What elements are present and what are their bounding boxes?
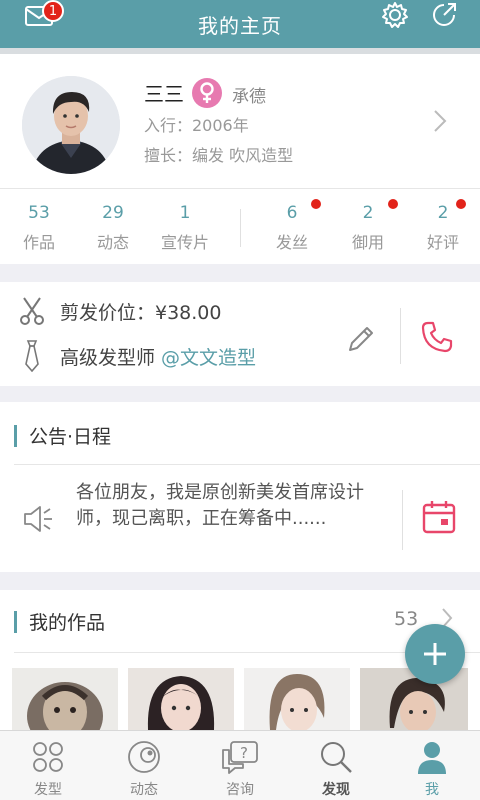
stat-label: 宣传片 xyxy=(160,233,209,252)
gender-badge xyxy=(192,78,222,108)
edit-button[interactable] xyxy=(346,324,376,358)
stat-label: 作品 xyxy=(22,233,55,252)
bottom-tab-bar: 发型 动态 ? 咨询 发现 我 xyxy=(0,730,480,800)
work-thumbnail[interactable] xyxy=(128,668,234,730)
designer-name: 三三 xyxy=(144,82,184,106)
schedule-button[interactable] xyxy=(422,500,456,538)
designer-city: 承德 xyxy=(232,87,266,107)
title-row: 高级发型师 @文文造型 xyxy=(18,340,256,372)
add-work-button[interactable] xyxy=(405,624,465,684)
tab-discover[interactable]: 发现 xyxy=(288,739,384,799)
stat-works[interactable]: 53 作品 xyxy=(4,203,74,253)
unread-badge: 1 xyxy=(42,0,64,22)
call-button[interactable] xyxy=(420,320,454,358)
tab-consult[interactable]: ? 咨询 xyxy=(192,739,288,799)
profile-detail-arrow[interactable] xyxy=(432,108,448,138)
stats-bar: 53 作品 29 动态 1 宣传片 6 发丝 2 御用 2 好评 xyxy=(0,188,480,264)
pencil-icon xyxy=(349,327,373,351)
notice-header: 公告·日程 xyxy=(14,422,111,449)
stat-label: 动态 xyxy=(96,233,129,252)
notice-text[interactable]: 各位朋友，我是原创新美发首席设计师，现己离职，正在筹备中...... xyxy=(76,480,372,532)
price-card: 剪发价位：¥38.00 高级发型师 @文文造型 xyxy=(0,282,480,386)
tab-label: 咨询 xyxy=(226,782,254,798)
stat-reviews[interactable]: 2 好评 xyxy=(408,203,478,253)
stat-moments[interactable]: 29 动态 xyxy=(78,203,148,253)
svg-text:?: ? xyxy=(240,744,248,762)
settings-button[interactable] xyxy=(380,0,414,30)
stat-promo-video[interactable]: 1 宣传片 xyxy=(150,203,220,253)
phone-icon xyxy=(421,321,453,353)
stat-label: 好评 xyxy=(426,233,459,252)
work-thumbnail[interactable] xyxy=(244,668,350,730)
notice-title: 公告·日程 xyxy=(29,426,112,448)
notice-card: 公告·日程 各位朋友，我是原创新美发首席设计师，现己离职，正在筹备中...... xyxy=(0,402,480,572)
stat-value: 29 xyxy=(102,203,124,223)
price-row: 剪发价位：¥38.00 xyxy=(18,296,221,326)
divider xyxy=(402,490,403,550)
stat-exclusive[interactable]: 2 御用 xyxy=(333,203,403,253)
stat-value: 2 xyxy=(437,203,449,223)
share-button[interactable] xyxy=(430,0,464,30)
avatar[interactable] xyxy=(22,76,120,174)
stats-divider xyxy=(240,209,241,247)
moments-icon xyxy=(96,739,192,775)
tab-label: 我 xyxy=(425,782,439,798)
new-dot xyxy=(388,199,398,209)
tab-label: 动态 xyxy=(130,782,158,798)
share-icon xyxy=(433,3,456,26)
grid-icon xyxy=(0,739,96,775)
new-dot xyxy=(311,199,321,209)
tab-moments[interactable]: 动态 xyxy=(96,739,192,799)
search-icon xyxy=(288,739,384,775)
specialty: 擅长：编发 吹风造型 xyxy=(144,146,294,165)
page-title: 我的主页 xyxy=(198,13,282,38)
stat-value: 1 xyxy=(179,203,191,223)
tab-label: 发型 xyxy=(34,782,62,798)
question-icon: ? xyxy=(192,739,288,775)
tab-label: 发现 xyxy=(322,782,350,798)
divider xyxy=(400,308,401,364)
works-header: 我的作品 xyxy=(14,608,105,635)
stat-fans[interactable]: 6 发丝 xyxy=(257,203,327,253)
chevron-right-icon xyxy=(434,110,447,132)
scissors-icon xyxy=(18,296,46,326)
designer-title: 高级发型师 xyxy=(60,346,156,369)
section-accent-bar xyxy=(14,424,17,447)
messages-button[interactable]: 1 xyxy=(24,0,64,30)
new-dot xyxy=(456,199,466,209)
tab-me[interactable]: 我 xyxy=(384,739,480,799)
works-title: 我的作品 xyxy=(29,612,106,634)
career-start: 入行：2006年 xyxy=(144,116,249,135)
work-thumbnail[interactable] xyxy=(12,668,118,730)
section-accent-bar xyxy=(14,610,17,633)
profile-card[interactable]: 三三 承德 入行：2006年 擅长：编发 吹风造型 xyxy=(0,54,480,188)
stat-label: 发丝 xyxy=(275,233,308,252)
stat-label: 御用 xyxy=(351,233,384,252)
female-icon xyxy=(200,82,214,103)
top-nav-bar: 1 我的主页 xyxy=(0,0,480,48)
plus-icon xyxy=(424,643,446,665)
tab-hairstyles[interactable]: 发型 xyxy=(0,739,96,799)
salon-link[interactable]: @文文造型 xyxy=(161,343,256,370)
avatar-photo xyxy=(22,76,120,174)
price-label: 剪发价位：¥38.00 xyxy=(60,301,222,324)
divider xyxy=(14,464,480,465)
person-icon xyxy=(384,739,480,775)
works-count: 53 xyxy=(394,608,419,630)
stat-value: 53 xyxy=(28,203,50,223)
calendar-icon xyxy=(422,501,456,534)
announcement-icon xyxy=(22,502,56,540)
tie-icon xyxy=(18,340,46,372)
gear-icon xyxy=(382,2,408,28)
